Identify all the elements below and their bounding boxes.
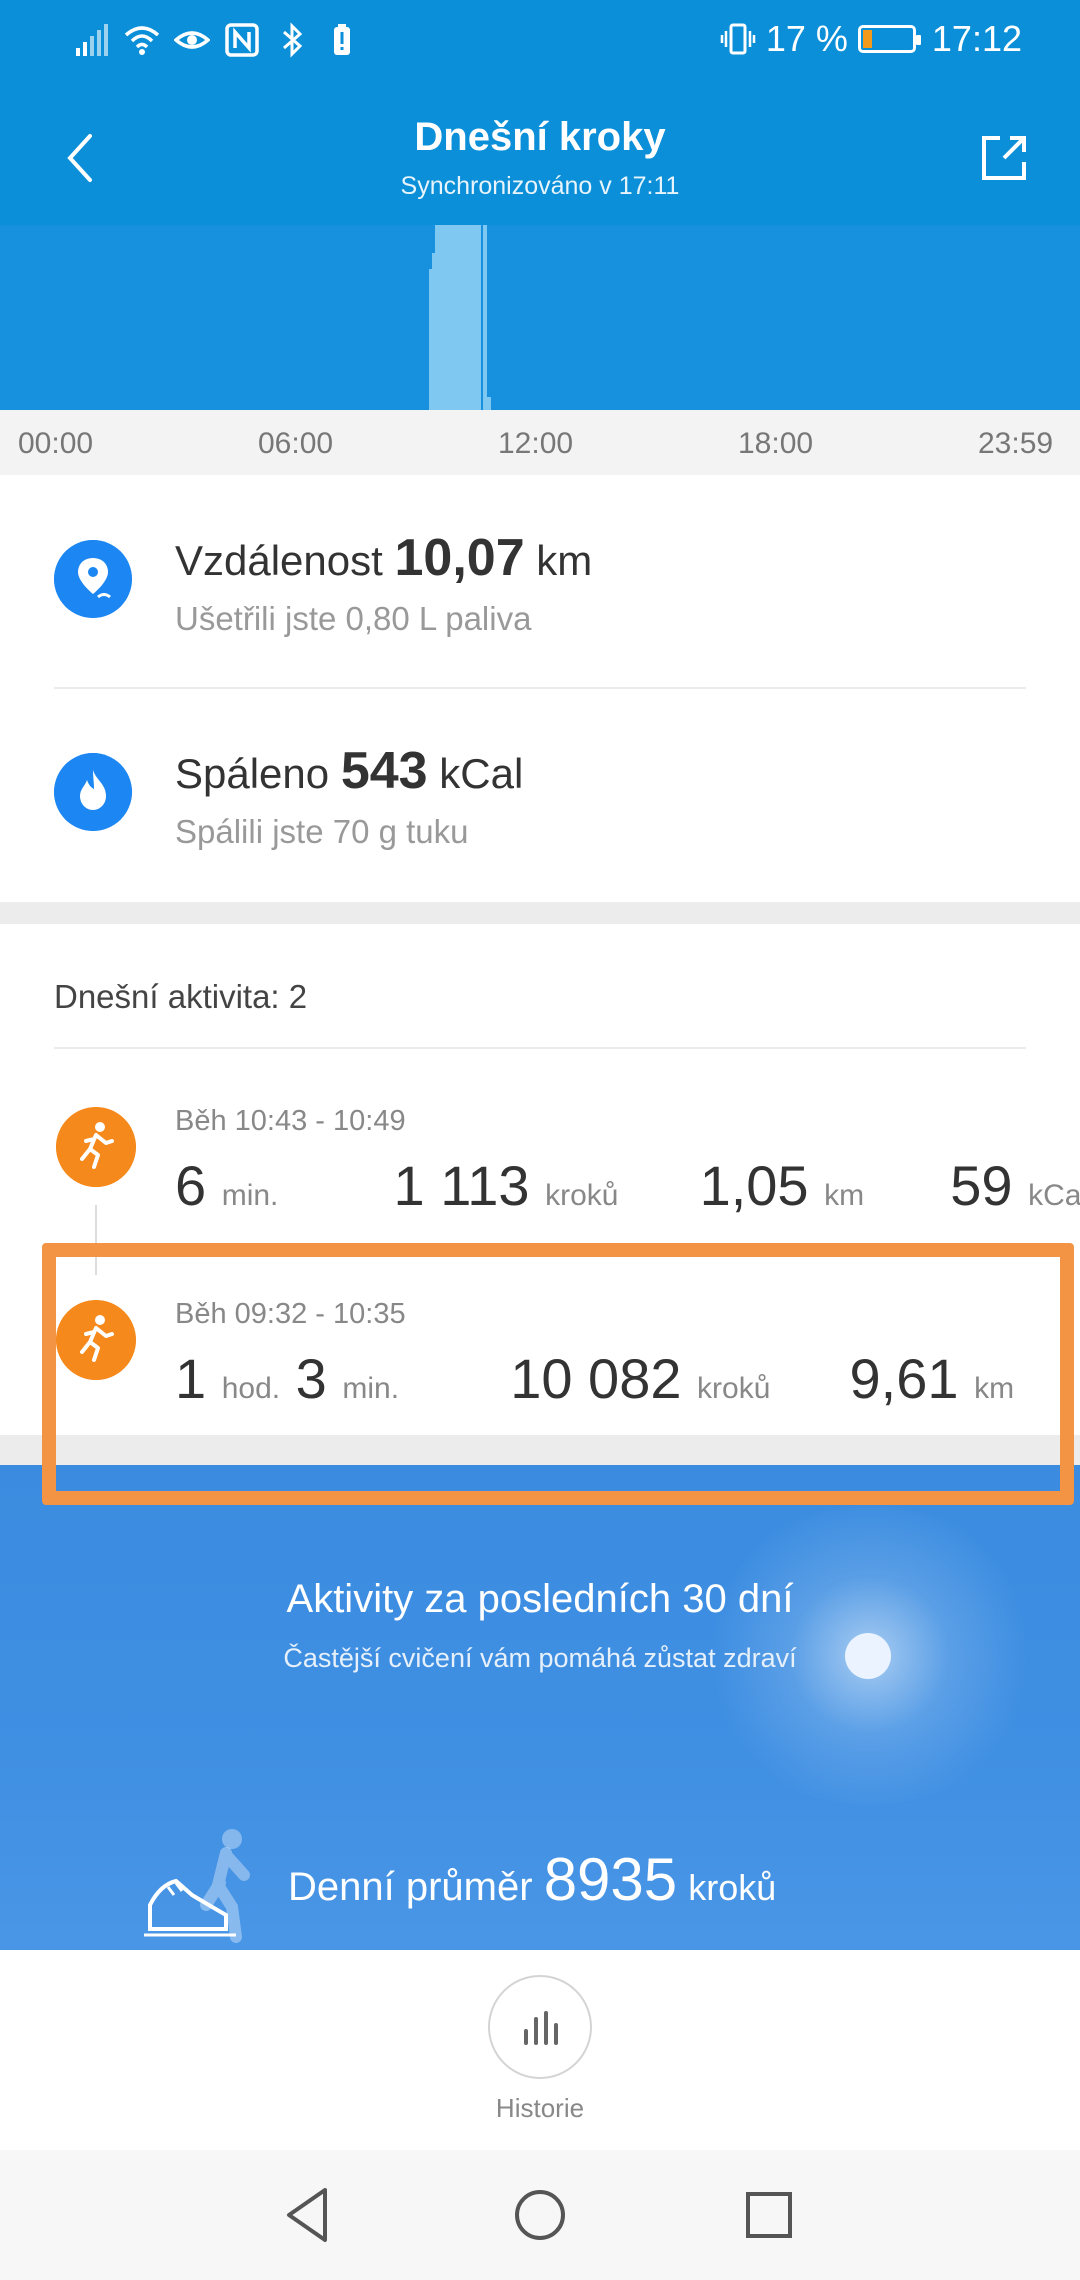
calories-value: Spáleno 543 kCal [175, 741, 523, 801]
fuel-saved-text: Ušetřili jste 0,80 L paliva [175, 600, 532, 637]
chart-time-axis: 00:00 06:00 12:00 18:00 23:59 [0, 410, 1080, 475]
axis-tick: 23:59 [978, 427, 1054, 460]
history-button[interactable] [488, 1975, 592, 2079]
axis-tick: 06:00 [258, 427, 334, 460]
distance-label: Vzdálenost [175, 537, 383, 584]
daily-average: Denní průměr 8935 kroků [288, 1845, 776, 1914]
bar-chart-icon [524, 2011, 558, 2045]
distance-value: 1,05 [699, 1154, 809, 1217]
activity-metrics: 6 min. 1 113 kroků 1,05 km 59 kCal [175, 1153, 1080, 1218]
axis-tick: 18:00 [738, 427, 814, 460]
nav-recents-icon[interactable] [736, 2182, 802, 2248]
banner-title: Aktivity za posledních 30 dní [286, 1577, 794, 1621]
flame-icon [54, 753, 132, 831]
vibrate-icon [720, 23, 756, 55]
duration-unit: min. [221, 1179, 279, 1212]
sync-status: Synchronizováno v 17:11 [400, 172, 680, 200]
distance-value: Vzdálenost 10,07 km [175, 528, 592, 588]
bluetooth-icon [283, 22, 303, 58]
section-gap [0, 902, 1080, 924]
distance-stat: Vzdálenost 10,07 km Ušetřili jste 0,80 L… [0, 500, 1080, 660]
chart-bar [476, 225, 481, 410]
chart-bar [487, 397, 492, 410]
calories-label: Spáleno [175, 750, 330, 797]
status-icons-right: 17 % 17:12 [720, 18, 1022, 60]
distance-unit: km [536, 537, 593, 584]
eye-icon [174, 31, 210, 49]
distance-number: 10,07 [394, 529, 525, 587]
calories-stat: Spáleno 543 kCal Spálili jste 70 g tuku [0, 713, 1080, 873]
steps-unit: kroků [545, 1179, 619, 1212]
system-nav-bar [0, 2150, 1080, 2280]
daily-average-value: 8935 [543, 1846, 678, 1913]
walking-shoe-icon [144, 1829, 250, 1943]
running-icon [56, 1107, 136, 1187]
calories-unit: kCal [439, 750, 524, 797]
activity-count-header: Dnešní aktivita: 2 [54, 978, 308, 1015]
daily-average-label: Denní průměr [288, 1865, 533, 1909]
signal-icon [76, 24, 108, 56]
divider [54, 1047, 1026, 1049]
page-title: Dnešní kroky [414, 115, 666, 159]
battery-percent: 17 % [765, 18, 848, 59]
nav-home-icon[interactable] [507, 2182, 573, 2248]
nfc-icon [225, 23, 259, 57]
share-icon[interactable] [974, 128, 1034, 188]
axis-tick: 00:00 [18, 427, 94, 460]
monthly-activity-banner[interactable]: Aktivity za posledních 30 dní Častější c… [0, 1465, 1080, 1950]
history-label: Historie [495, 2093, 585, 2123]
calories-number: 543 [340, 742, 428, 800]
nav-back-icon[interactable] [275, 2182, 341, 2248]
daily-average-unit: kroků [688, 1867, 777, 1908]
steps-chart [0, 225, 1080, 410]
chart-bar [482, 225, 487, 410]
distance-unit: km [824, 1179, 865, 1212]
battery-icon [857, 25, 921, 53]
calories-value: 59 [950, 1154, 1013, 1217]
duration-value: 6 [175, 1154, 207, 1217]
fat-burned-text: Spálili jste 70 g tuku [175, 813, 469, 850]
axis-tick: 12:00 [498, 427, 574, 460]
history-section: Historie [0, 1950, 1080, 2150]
header: Dnešní kroky Synchronizováno v 17:11 [0, 110, 1080, 210]
status-bar: 17 % 17:12 [0, 0, 1080, 90]
status-clock: 17:12 [931, 18, 1022, 59]
selection-highlight [42, 1243, 1074, 1505]
divider [54, 687, 1026, 689]
location-pin-icon [54, 540, 132, 618]
wifi-icon [124, 26, 160, 55]
steps-value: 1 113 [393, 1154, 530, 1217]
activity-time: Běh 10:43 - 10:49 [175, 1105, 406, 1137]
battery-alert-icon [334, 24, 350, 55]
status-icons-left [74, 22, 360, 58]
banner-subtitle: Častější cvičení vám pomáhá zůstat zdrav… [283, 1643, 797, 1673]
calories-unit: kCal [1028, 1179, 1080, 1212]
